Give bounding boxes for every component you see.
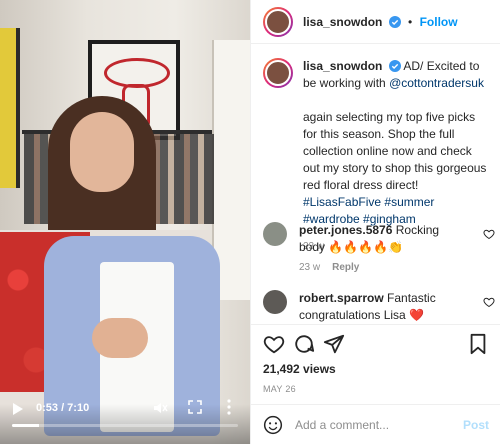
comment-avatar[interactable]	[263, 222, 287, 246]
comment-text: robert.sparrow Fantastic congratulations…	[299, 290, 467, 324]
comment-icon[interactable]	[293, 333, 315, 355]
heart-icon[interactable]	[483, 296, 495, 308]
reply-button[interactable]: Reply	[332, 262, 359, 273]
video-progress-fill	[12, 424, 40, 427]
comment-username[interactable]: robert.sparrow	[299, 291, 384, 305]
more-icon[interactable]	[224, 398, 234, 416]
header-separator: •	[408, 14, 413, 29]
video-player[interactable]: 0:53 / 7:10	[0, 0, 250, 444]
heart-icon[interactable]	[483, 228, 495, 240]
post-date: MAY 26	[263, 384, 296, 394]
person-face	[70, 112, 134, 192]
comment-meta: 23 w Reply	[299, 262, 359, 273]
video-time: 0:53 / 7:10	[36, 402, 90, 414]
fullscreen-icon[interactable]	[188, 400, 202, 414]
post-button[interactable]: Post	[463, 418, 489, 432]
comment-avatar[interactable]	[263, 290, 287, 314]
comment-input[interactable]	[295, 417, 455, 432]
post-header: lisa_snowdon • Follow	[251, 0, 500, 44]
comment-username[interactable]: peter.jones.5876	[299, 223, 392, 237]
view-count[interactable]: 21,492 views	[263, 362, 336, 376]
verified-badge-icon	[388, 15, 401, 28]
comment-text: peter.jones.5876 Rocking body 🔥🔥🔥🔥👏	[299, 222, 467, 256]
wall-art-left	[0, 28, 20, 188]
play-icon[interactable]	[12, 402, 24, 416]
bookmark-icon[interactable]	[467, 333, 489, 355]
caption-username[interactable]: lisa_snowdon	[303, 59, 382, 73]
caption-avatar[interactable]	[263, 58, 293, 88]
hashtag[interactable]: #summer	[384, 195, 434, 209]
header-username-wrap: lisa_snowdon • Follow	[303, 15, 458, 29]
action-bar	[251, 324, 500, 364]
avatar[interactable]	[263, 6, 293, 37]
smile-icon[interactable]	[263, 415, 283, 435]
header-username[interactable]: lisa_snowdon	[303, 15, 382, 29]
mute-icon[interactable]	[152, 400, 168, 416]
comment: peter.jones.5876 Rocking body 🔥🔥🔥🔥👏	[263, 222, 495, 256]
person-hand	[92, 318, 148, 358]
comment: robert.sparrow Fantastic congratulations…	[263, 290, 495, 324]
post-panel: lisa_snowdon • Follow lisa_snowdon AD/ E…	[250, 0, 500, 444]
caption-mention[interactable]: @cottontradersuk	[389, 76, 484, 90]
instagram-post: 0:53 / 7:10 lisa_snowdon • Follow lisa_s…	[0, 0, 500, 444]
heart-icon[interactable]	[263, 333, 285, 355]
verified-badge-icon	[388, 60, 401, 72]
share-icon[interactable]	[323, 333, 345, 355]
comment-time: 23 w	[299, 262, 321, 273]
hashtag[interactable]: #LisasFabFive	[303, 195, 381, 209]
follow-button[interactable]: Follow	[420, 15, 458, 29]
caption-body: again selecting my top five picks for th…	[303, 110, 487, 192]
add-comment-bar: Post	[251, 404, 500, 444]
video-progress-bar[interactable]	[12, 424, 238, 427]
